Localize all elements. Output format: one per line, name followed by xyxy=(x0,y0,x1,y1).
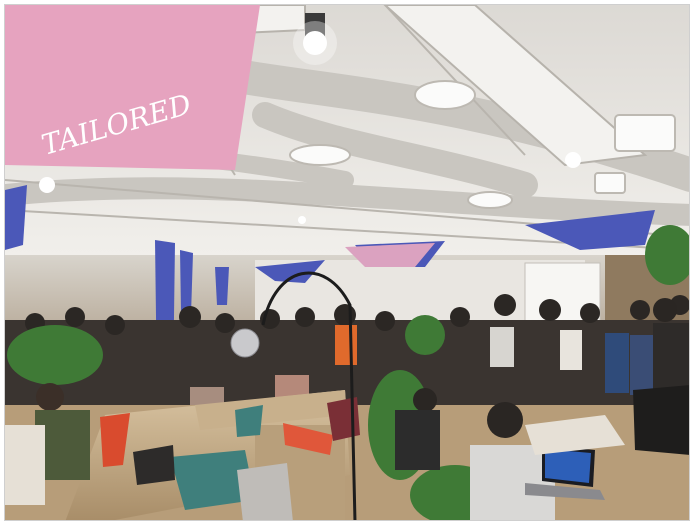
pink-banner: TAILORED xyxy=(5,5,260,170)
event-photo: TAILORED xyxy=(4,4,690,521)
black-chair xyxy=(633,385,689,455)
balloon-icon xyxy=(230,328,260,358)
